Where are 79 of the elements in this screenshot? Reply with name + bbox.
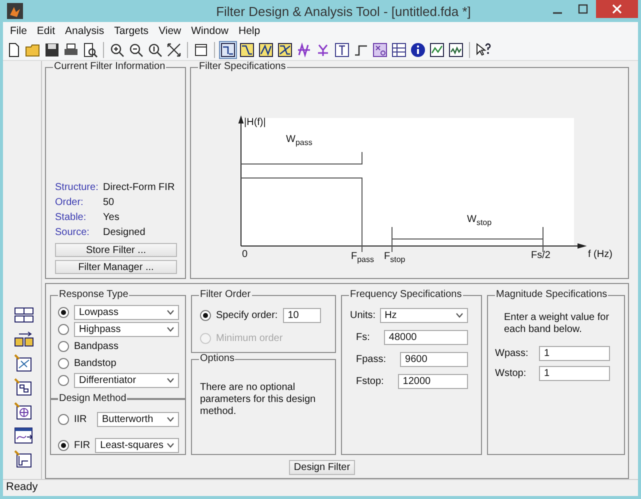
close-button[interactable] xyxy=(596,0,638,18)
chevron-down-icon xyxy=(167,442,174,448)
info-label: Stable: xyxy=(55,211,88,225)
dropdown[interactable]: Lowpass xyxy=(74,304,179,320)
input-field[interactable]: 10 xyxy=(282,308,321,322)
radio-button[interactable] xyxy=(58,374,69,386)
field-label: Wstop: xyxy=(495,368,528,379)
maximize-icon xyxy=(578,4,588,14)
close-icon xyxy=(612,4,622,14)
field-label: Fpass: xyxy=(356,354,386,365)
field-label: Units: xyxy=(350,310,376,321)
design-filter-button[interactable]: Design Filter xyxy=(289,460,355,475)
radio-label: FIR xyxy=(74,440,90,450)
dropdown[interactable]: Highpass xyxy=(74,322,179,336)
radio-label: Specify order: xyxy=(216,310,278,320)
field-label: Wpass: xyxy=(495,348,529,359)
info-label: Structure: xyxy=(55,181,100,195)
minimize-icon xyxy=(552,12,562,14)
options-text: There are no optional parameters for this design method. xyxy=(200,382,317,418)
info-value: 50 xyxy=(103,196,114,210)
info-label: Source: xyxy=(55,226,90,240)
radio-button[interactable] xyxy=(58,358,69,368)
radio-label: Bandpass xyxy=(74,340,118,352)
menu-item[interactable]: Edit xyxy=(32,25,60,37)
input-field[interactable]: 1 xyxy=(539,346,610,361)
menu-item[interactable]: File xyxy=(5,25,32,37)
radio-button[interactable] xyxy=(58,306,69,318)
weight-label: W$_{pass}$ xyxy=(286,134,312,145)
group-title: Options xyxy=(199,353,236,365)
radio-button[interactable] xyxy=(58,440,69,450)
radio-button[interactable] xyxy=(58,324,69,334)
group-title: Design Method xyxy=(58,393,128,405)
axis-label: f (Hz) xyxy=(588,249,612,260)
field-label: Fs: xyxy=(356,332,370,343)
group-title: Magnitude Specifications xyxy=(495,289,608,301)
info-value: Designed xyxy=(103,226,146,240)
dropdown[interactable]: Hz xyxy=(380,308,468,323)
input-field[interactable]: 12000 xyxy=(398,374,468,389)
menu-item[interactable]: Window xyxy=(186,25,234,37)
field-label: Fstop: xyxy=(356,376,384,387)
chevron-down-icon xyxy=(456,313,463,318)
chevron-down-icon xyxy=(167,378,174,382)
chevron-down-icon xyxy=(167,310,174,314)
axis-label: 0 xyxy=(242,249,248,260)
group-title: Frequency Specifications xyxy=(349,289,463,301)
radio-button[interactable] xyxy=(58,340,69,352)
menu-item[interactable]: Help xyxy=(234,25,266,37)
status-text: Ready xyxy=(3,479,638,496)
app-icon xyxy=(7,3,23,19)
radio-label: Bandstop xyxy=(74,358,116,368)
instruction-text: Enter a weight value for each band below. xyxy=(503,312,610,336)
radio-label: IIR xyxy=(74,414,88,424)
dropdown[interactable]: Least-squares xyxy=(95,438,180,452)
info-value: Yes xyxy=(103,211,120,225)
weight-label: W$_{stop}$ xyxy=(467,214,492,225)
axis-label: F$_{stop}$ xyxy=(384,251,406,262)
radio-button[interactable] xyxy=(200,310,211,320)
info-value: Direct-Form FIR xyxy=(103,181,175,195)
group-title: Response Type xyxy=(58,289,130,301)
axis-label: |H(f)| xyxy=(244,117,266,128)
axis-label: Fs/2 xyxy=(531,250,550,261)
radio-label: Minimum order xyxy=(216,332,283,344)
filter-manager-button[interactable]: Filter Manager ... xyxy=(55,260,177,274)
radio-button[interactable] xyxy=(58,414,69,424)
menu-item[interactable]: Targets xyxy=(109,25,154,37)
info-label: Order: xyxy=(55,196,84,210)
input-field[interactable]: 9600 xyxy=(400,352,468,367)
input-field[interactable]: 1 xyxy=(539,366,610,381)
chevron-down-icon xyxy=(167,326,174,332)
axis-label: F$_{pass}$ xyxy=(351,251,374,262)
input-field[interactable]: 48000 xyxy=(384,330,468,345)
menu-item[interactable]: Analysis xyxy=(60,25,110,37)
chevron-down-icon xyxy=(167,416,174,422)
dropdown[interactable]: Differentiator xyxy=(74,372,179,388)
menu-item[interactable]: View xyxy=(154,25,186,37)
dropdown[interactable]: Butterworth xyxy=(97,412,179,426)
group-title: Filter Specifications xyxy=(198,61,287,73)
window-title: Filter Design & Analysis Tool - [untitled.fda *] xyxy=(215,4,472,18)
store-filter-button[interactable]: Store Filter ... xyxy=(55,243,177,257)
